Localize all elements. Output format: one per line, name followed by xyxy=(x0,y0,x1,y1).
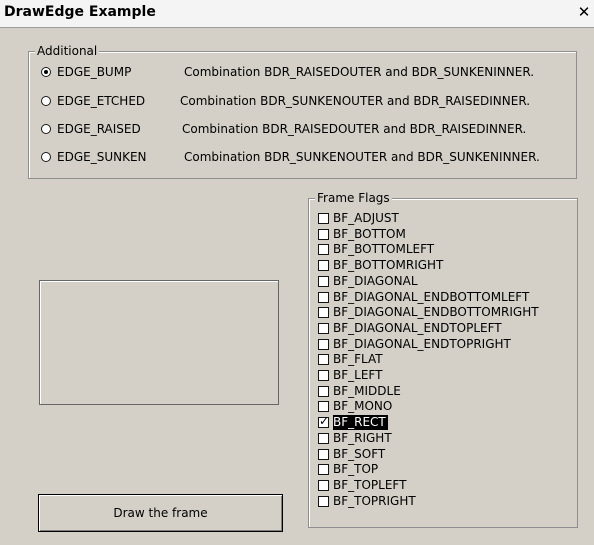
flag-label: BF_DIAGONAL xyxy=(333,273,418,288)
flag-label: BF_MONO xyxy=(333,399,393,414)
window-title: DrawEdge Example xyxy=(4,4,156,20)
flag-label: BF_DIAGONAL_ENDBOTTOMLEFT xyxy=(333,289,530,304)
flag-row[interactable]: BF_FLAT xyxy=(318,352,568,367)
checkbox[interactable] xyxy=(318,401,329,413)
checkbox[interactable] xyxy=(318,260,329,272)
frame-flags-group-label: Frame Flags xyxy=(315,191,392,205)
flag-label: BF_BOTTOMRIGHT xyxy=(333,258,444,273)
frame-preview xyxy=(39,280,279,405)
flag-label: BF_BOTTOM xyxy=(333,226,406,241)
radio-button[interactable] xyxy=(41,96,51,106)
additional-group: Additional EDGE_BUMP Combination BDR_RAI… xyxy=(28,44,577,179)
flag-row[interactable]: BF_DIAGONAL xyxy=(318,274,568,289)
radio-button[interactable] xyxy=(41,152,51,162)
drawedge-window: DrawEdge Example ✕ Additional EDGE_BUMP … xyxy=(0,0,594,545)
checkbox[interactable] xyxy=(318,385,329,397)
checkbox[interactable] xyxy=(318,275,329,287)
flag-label: BF_DIAGONAL_ENDTOPRIGHT xyxy=(333,336,511,351)
title-bar[interactable]: DrawEdge Example ✕ xyxy=(0,0,594,28)
radio-button[interactable] xyxy=(41,67,51,77)
flag-row[interactable]: BF_BOTTOMLEFT xyxy=(318,242,568,257)
checkbox[interactable] xyxy=(318,479,329,491)
flag-row[interactable]: BF_RIGHT xyxy=(318,431,568,446)
radio-label-edge-etched: EDGE_ETCHED xyxy=(57,94,146,108)
checkbox[interactable] xyxy=(318,464,329,476)
flag-label: BF_TOP xyxy=(333,462,379,477)
edge-raised-description: Combination BDR_RAISEDOUTER and BDR_RAIS… xyxy=(182,122,527,136)
checkbox[interactable] xyxy=(318,307,329,319)
flag-row[interactable]: BF_DIAGONAL_ENDBOTTOMRIGHT xyxy=(318,305,568,320)
flag-label: BF_DIAGONAL_ENDTOPLEFT xyxy=(333,320,502,335)
checkbox[interactable] xyxy=(318,291,329,303)
radio-button[interactable] xyxy=(41,124,51,134)
flag-row[interactable]: BF_TOPLEFT xyxy=(318,478,568,493)
flag-label: BF_FLAT xyxy=(333,352,383,367)
flag-row[interactable]: BF_MONO xyxy=(318,399,568,414)
radio-edge-bump[interactable]: EDGE_BUMP xyxy=(41,63,131,81)
edge-etched-description: Combination BDR_SUNKENOUTER and BDR_RAIS… xyxy=(180,94,531,108)
edge-bump-description: Combination BDR_RAISEDOUTER and BDR_SUNK… xyxy=(184,65,535,79)
radio-edge-etched[interactable]: EDGE_ETCHED xyxy=(41,92,145,110)
flag-row[interactable]: BF_TOP xyxy=(318,462,568,477)
checkbox[interactable] xyxy=(318,338,329,350)
flag-row[interactable]: BF_DIAGONAL_ENDTOPLEFT xyxy=(318,321,568,336)
flag-row[interactable]: BF_MIDDLE xyxy=(318,384,568,399)
flag-label: BF_ADJUST xyxy=(333,211,399,225)
checkbox[interactable] xyxy=(318,213,329,224)
flag-row[interactable]: BF_TOPRIGHT xyxy=(318,494,568,509)
radio-edge-raised[interactable]: EDGE_RAISED xyxy=(41,120,141,138)
close-icon[interactable]: ✕ xyxy=(576,3,592,21)
radio-edge-sunken[interactable]: EDGE_SUNKEN xyxy=(41,148,147,166)
checkbox[interactable] xyxy=(318,432,329,444)
checkbox[interactable] xyxy=(318,322,329,334)
checkbox[interactable] xyxy=(318,244,329,256)
flag-row[interactable]: BF_DIAGONAL_ENDTOPRIGHT xyxy=(318,337,568,352)
checkbox[interactable] xyxy=(318,370,329,381)
flag-row[interactable]: BF_BOTTOMRIGHT xyxy=(318,258,568,273)
flag-label: BF_RIGHT xyxy=(333,430,392,445)
frame-flags-group: Frame Flags BF_ADJUST BF_BOTTOM BF_BOTTOML… xyxy=(308,191,578,528)
flag-label: BF_RECT xyxy=(333,415,388,431)
flag-label: BF_LEFT xyxy=(333,368,383,382)
flag-row[interactable]: BF_SOFT xyxy=(318,447,568,462)
edge-sunken-description: Combination BDR_SUNKENOUTER and BDR_SUNK… xyxy=(184,150,540,164)
flag-label: BF_TOPLEFT xyxy=(333,477,407,492)
flag-label: BF_SOFT xyxy=(333,446,386,461)
flag-label: BF_DIAGONAL_ENDBOTTOMRIGHT xyxy=(333,305,539,320)
flag-label: BF_BOTTOMLEFT xyxy=(333,242,435,257)
flag-row[interactable]: BF_BOTTOM xyxy=(318,227,568,242)
radio-label-edge-sunken: EDGE_SUNKEN xyxy=(57,150,147,164)
flag-row[interactable]: BF_RECT xyxy=(318,414,568,431)
flag-label: BF_TOPRIGHT xyxy=(333,493,416,508)
flag-label: BF_MIDDLE xyxy=(333,383,401,398)
radio-label-edge-raised: EDGE_RAISED xyxy=(57,122,141,136)
radio-label-edge-bump: EDGE_BUMP xyxy=(57,65,132,79)
checkbox[interactable] xyxy=(318,495,329,507)
flag-row[interactable]: BF_ADJUST xyxy=(318,211,568,226)
flag-row[interactable]: BF_DIAGONAL_ENDBOTTOMLEFT xyxy=(318,290,568,305)
checkbox[interactable] xyxy=(318,228,329,240)
checkbox[interactable] xyxy=(318,414,329,429)
draw-frame-button[interactable]: Draw the frame xyxy=(38,494,283,532)
flag-row[interactable]: BF_LEFT xyxy=(318,368,568,383)
additional-group-label: Additional xyxy=(35,44,100,58)
checkbox[interactable] xyxy=(318,354,329,366)
checkbox[interactable] xyxy=(318,448,329,460)
